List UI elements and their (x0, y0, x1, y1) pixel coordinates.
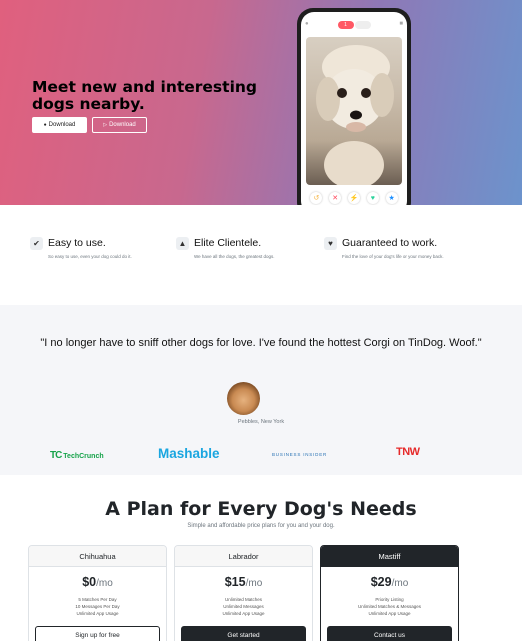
plan-price: $29/mo (321, 575, 458, 589)
boost-icon[interactable]: ⚡ (347, 192, 360, 204)
plan-price-period: /mo (391, 578, 409, 589)
superlike-icon[interactable]: ★ (385, 192, 398, 204)
plan-price-period: /mo (245, 578, 263, 589)
techcrunch-logo: TC TechCrunch (50, 450, 104, 461)
techcrunch-label: TechCrunch (63, 453, 104, 460)
feature-desc: Find the love of your dog's life or your… (342, 254, 444, 259)
plan-features: Unlimited Matches Unlimited Messages Unl… (175, 596, 312, 617)
plan-feature: 10 Messages Per Day (75, 604, 120, 609)
business-insider-logo: BUSINESS INSIDER (272, 452, 328, 457)
swipe-actions: ↺ ✕ ⚡ ♥ ★ (301, 192, 407, 204)
phone-screen: ● 1 ■ ↺ ✕ ⚡ ♥ ★ (301, 12, 407, 205)
plan-price: $15/mo (175, 575, 312, 589)
plan-feature: Unlimited Matches (224, 597, 262, 602)
hero-title: Meet new and interesting dogs nearby. (32, 78, 258, 113)
get-started-button[interactable]: Get started (181, 626, 306, 641)
feature-desc: So easy to use, even your dog could do i… (48, 254, 132, 259)
app-bar: ● 1 ■ (301, 21, 407, 33)
nope-icon[interactable]: ✕ (329, 192, 342, 204)
pricing-title: A Plan for Every Dog's Needs (105, 498, 417, 520)
plan-price-value: $15 (224, 575, 246, 589)
plan-name: Mastiff (321, 546, 458, 567)
apple-icon: ● (43, 122, 47, 128)
plan-price: $0/mo (29, 575, 166, 589)
profile-icon: ● (305, 21, 309, 27)
check-circle-icon: ✔ (30, 237, 43, 250)
sign-up-free-button[interactable]: Sign up for free (35, 626, 160, 641)
plan-price-period: /mo (96, 578, 113, 589)
feature-desc: We have all the dogs, the greatest dogs. (194, 254, 275, 259)
plan-card-chihuahua: Chihuahua $0/mo 5 Matches Per Day 10 Mes… (28, 545, 167, 641)
testimonial-author: Pebbles, New York (237, 419, 285, 425)
star-toggle (354, 21, 371, 29)
plan-feature: Priority Listing (375, 597, 404, 602)
techcrunch-mark-icon: C (55, 450, 62, 461)
contact-us-button[interactable]: Contact us (327, 626, 452, 641)
download-google-label: Download (109, 122, 136, 128)
dog-photo-card (306, 37, 402, 185)
graduation-cap-icon: ▲ (176, 237, 189, 250)
plan-feature: Unlimited Messages (223, 604, 264, 609)
testimonial-section: "I no longer have to sniff other dogs fo… (0, 305, 522, 475)
phone-mockup: ● 1 ■ ↺ ✕ ⚡ ♥ ★ (297, 8, 411, 205)
plan-feature: 5 Matches Per Day (78, 597, 117, 602)
plan-features: 5 Matches Per Day 10 Messages Per Day Un… (29, 596, 166, 617)
feature-title: Elite Clientele. (194, 237, 262, 249)
heart-icon: ♥ (324, 237, 337, 250)
dog-photo (316, 45, 394, 185)
plan-feature: Unlimited App Usage (222, 611, 265, 616)
plan-feature: Unlimited App Usage (368, 611, 411, 616)
chat-icon: ■ (399, 21, 403, 27)
plan-name: Labrador (175, 546, 312, 567)
rewind-icon[interactable]: ↺ (310, 192, 323, 204)
app-bar-badge: 1 (344, 22, 347, 28)
google-play-icon: ▷ (103, 122, 108, 128)
plan-price-value: $29 (370, 575, 392, 589)
feature-title: Guaranteed to work. (342, 237, 438, 249)
plan-price-value: $0 (82, 575, 97, 589)
download-apple-button[interactable]: ● Download (32, 117, 87, 133)
avatar (227, 382, 260, 415)
plan-feature: Unlimited App Usage (76, 611, 119, 616)
pricing-subtitle: Simple and affordable price plans for yo… (187, 523, 335, 529)
testimonial-quote: "I no longer have to sniff other dogs fo… (40, 337, 482, 349)
feature-title: Easy to use. (48, 237, 106, 249)
plan-card-mastiff: Mastiff $29/mo Priority Listing Unlimite… (320, 545, 459, 641)
flame-toggle: 1 (337, 21, 354, 29)
tnw-logo: TNW (396, 446, 420, 458)
download-apple-label: Download (48, 122, 76, 128)
like-icon[interactable]: ♥ (366, 192, 379, 204)
plan-feature: Unlimited Matches & Messages (357, 604, 422, 609)
plan-name: Chihuahua (29, 546, 166, 567)
download-google-button[interactable]: ▷ Download (92, 117, 147, 133)
mashable-logo: Mashable (158, 446, 220, 461)
plan-features: Priority Listing Unlimited Matches & Mes… (321, 596, 458, 617)
plan-card-labrador: Labrador $15/mo Unlimited Matches Unlimi… (174, 545, 313, 641)
hero-section: Meet new and interesting dogs nearby. ● … (0, 0, 522, 205)
